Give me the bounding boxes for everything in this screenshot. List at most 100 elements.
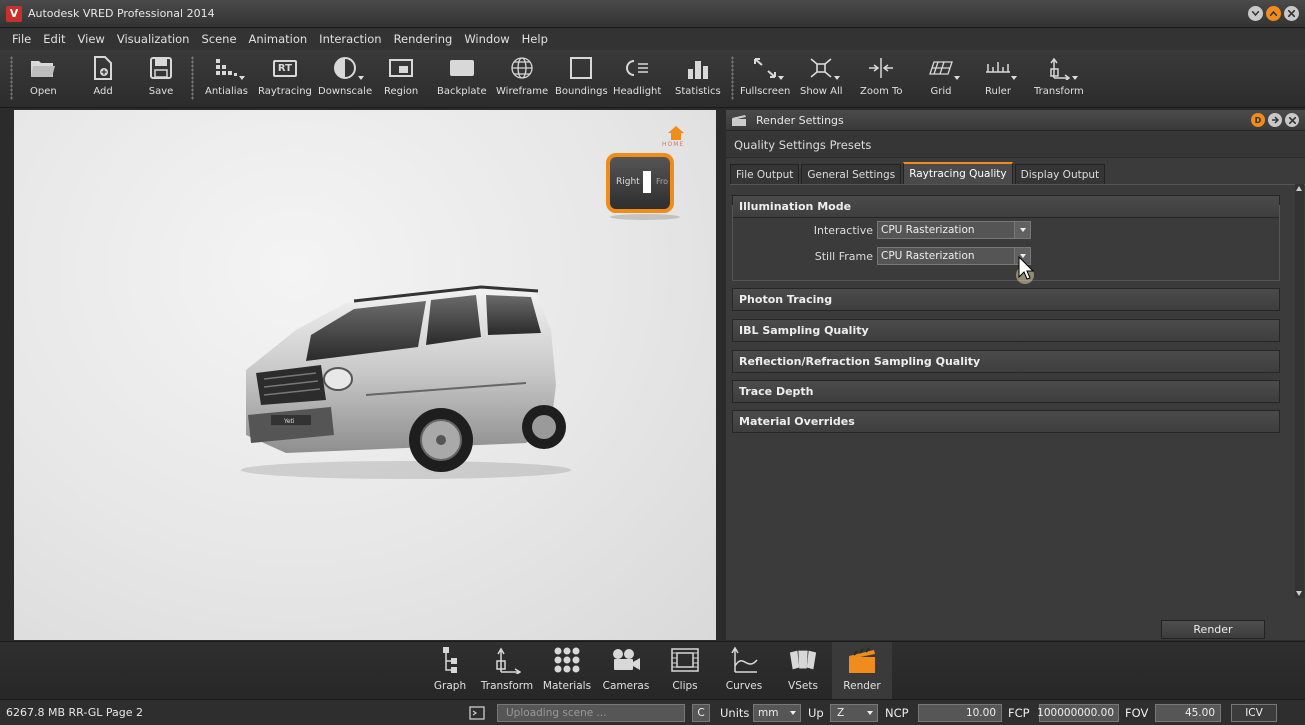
module-materials[interactable]: Materials xyxy=(537,642,597,699)
navigation-cube[interactable]: Right Fro xyxy=(606,153,674,213)
scroll-up-icon[interactable] xyxy=(1296,186,1302,191)
section-ibl-sampling-quality[interactable]: IBL Sampling Quality xyxy=(732,319,1280,342)
module-vsets[interactable]: VSets xyxy=(773,642,833,699)
chevron-down-icon[interactable] xyxy=(1014,222,1030,238)
antialias-label: Antialias xyxy=(205,86,248,97)
module-cameras[interactable]: Cameras xyxy=(596,642,656,699)
downscale-button[interactable]: Downscale xyxy=(318,54,372,106)
units-value: mm xyxy=(758,707,779,719)
menu-rendering[interactable]: Rendering xyxy=(388,32,459,46)
close-icon[interactable] xyxy=(1284,6,1299,21)
vsets-cards-icon xyxy=(788,646,818,674)
fov-label: FOV xyxy=(1125,706,1149,720)
fullscreen-label: Fullscreen xyxy=(740,86,791,97)
navcube-right-face[interactable]: Right xyxy=(616,177,640,187)
close-icon[interactable] xyxy=(1285,113,1299,127)
minimize-icon[interactable] xyxy=(1248,6,1263,21)
menu-help[interactable]: Help xyxy=(516,32,554,46)
render-settings-panel: Render Settings D Quality Settings Prese… xyxy=(726,110,1305,640)
home-icon[interactable] xyxy=(668,126,684,140)
statistics-button[interactable]: Statistics xyxy=(675,54,721,106)
menu-interaction[interactable]: Interaction xyxy=(313,32,387,46)
navcube-shadow xyxy=(610,214,680,220)
fullscreen-button[interactable]: Fullscreen xyxy=(740,54,790,106)
maximize-icon[interactable] xyxy=(1266,6,1281,21)
menu-file[interactable]: File xyxy=(6,32,37,46)
wireframe-button[interactable]: Wireframe xyxy=(496,54,548,106)
fcp-input[interactable]: 100000000.00 xyxy=(1037,704,1119,722)
save-button[interactable]: Save xyxy=(148,54,174,106)
raytracing-label: Raytracing xyxy=(258,86,312,97)
navcube-front-face[interactable]: Fro xyxy=(656,177,668,186)
car-model[interactable]: Yeti xyxy=(226,275,571,480)
module-curves[interactable]: Curves xyxy=(714,642,774,699)
show-all-button[interactable]: Show All xyxy=(800,54,843,106)
menu-animation[interactable]: Animation xyxy=(243,32,314,46)
3d-viewport[interactable]: HOME Right Fro Yeti xyxy=(14,110,716,640)
still-frame-select[interactable]: CPU Rasterization xyxy=(877,247,1031,265)
headlight-button[interactable]: Headlight xyxy=(613,54,661,106)
units-select[interactable]: mm xyxy=(753,704,801,722)
panel-scrollbar[interactable] xyxy=(1295,184,1304,598)
ncp-input[interactable]: 10.00 xyxy=(918,704,1002,722)
tab-raytracing-quality[interactable]: Raytracing Quality xyxy=(903,162,1013,184)
grid-button[interactable]: Grid xyxy=(928,54,960,106)
menu-visualization[interactable]: Visualization xyxy=(111,32,196,46)
camera-icon xyxy=(611,646,641,674)
antialias-button[interactable]: Antialias xyxy=(205,54,248,106)
menu-edit[interactable]: Edit xyxy=(37,32,71,46)
arrow-right-icon[interactable] xyxy=(1268,113,1282,127)
render-button[interactable]: Render xyxy=(1161,620,1265,639)
region-button[interactable]: Region xyxy=(384,54,418,106)
tab-file-output[interactable]: File Output xyxy=(730,164,800,184)
chevron-down-icon[interactable] xyxy=(867,711,873,715)
module-graph[interactable]: Graph xyxy=(420,642,480,699)
chevron-down-icon[interactable] xyxy=(790,711,796,715)
quality-presets-bar[interactable]: Quality Settings Presets xyxy=(726,132,1305,158)
section-material-overrides[interactable]: Material Overrides xyxy=(732,410,1280,433)
c-button[interactable]: C xyxy=(692,704,710,722)
ruler-button[interactable]: Ruler xyxy=(985,54,1017,106)
toolbar-grip[interactable] xyxy=(10,56,13,100)
module-curves-label: Curves xyxy=(725,680,763,692)
status-bar: 6267.8 MB RR-GL Page 2 Uploading scene .… xyxy=(0,699,1305,725)
tab-general-settings[interactable]: General Settings xyxy=(801,164,902,184)
boundings-button[interactable]: Boundings xyxy=(555,54,608,106)
section-reflection-refraction[interactable]: Reflection/Refraction Sampling Quality xyxy=(732,350,1280,373)
antialias-icon xyxy=(213,54,246,82)
menu-view[interactable]: View xyxy=(72,32,111,46)
toolbar-grip[interactable] xyxy=(731,56,734,100)
menu-window[interactable]: Window xyxy=(458,32,515,46)
open-button[interactable]: Open xyxy=(30,54,57,106)
tab-display-output[interactable]: Display Output xyxy=(1014,164,1106,184)
scroll-down-icon[interactable] xyxy=(1296,591,1302,596)
raytracing-button[interactable]: RT Raytracing xyxy=(258,54,312,106)
transform-button[interactable]: Transform xyxy=(1034,54,1084,106)
terminal-icon[interactable] xyxy=(469,704,485,722)
toolbar-grip[interactable] xyxy=(191,56,194,100)
memory-status: 6267.8 MB RR-GL Page 2 xyxy=(6,706,144,719)
fov-input[interactable]: 45.00 xyxy=(1155,704,1221,722)
section-trace-depth[interactable]: Trace Depth xyxy=(732,380,1280,403)
module-transform-label: Transform xyxy=(480,680,534,692)
up-axis-value: Z xyxy=(837,707,845,719)
title-bar: V Autodesk VRED Professional 2014 xyxy=(0,0,1305,28)
interactive-select[interactable]: CPU Rasterization xyxy=(877,221,1031,239)
icv-button[interactable]: ICV xyxy=(1231,704,1277,722)
module-transform[interactable]: Transform xyxy=(477,642,537,699)
menu-scene[interactable]: Scene xyxy=(195,32,242,46)
add-button[interactable]: Add xyxy=(90,54,116,106)
settings-tabs: File Output General Settings Raytracing … xyxy=(730,162,1107,184)
boundings-label: Boundings xyxy=(555,86,608,97)
dock-badge-icon[interactable]: D xyxy=(1251,113,1265,127)
region-label: Region xyxy=(384,86,419,97)
up-axis-select[interactable]: Z xyxy=(830,704,878,722)
statistics-label: Statistics xyxy=(675,86,721,97)
module-clips[interactable]: Clips xyxy=(655,642,715,699)
section-photon-tracing[interactable]: Photon Tracing xyxy=(732,288,1280,311)
module-bar: Graph Transform Materials Cameras Clips … xyxy=(0,641,1305,699)
backplate-button[interactable]: Backplate xyxy=(437,54,487,106)
zoom-to-button[interactable]: Zoom To xyxy=(860,54,903,106)
curves-icon xyxy=(729,646,759,674)
module-render[interactable]: Render xyxy=(832,642,892,699)
